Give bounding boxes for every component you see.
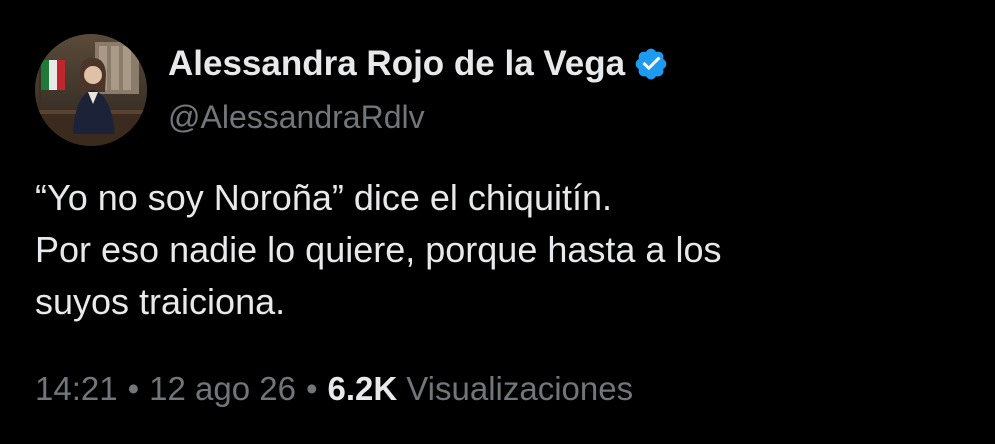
- avatar[interactable]: [35, 34, 147, 146]
- tweet-text-line: Por eso nadie lo quiere, porque hasta a …: [35, 229, 722, 270]
- views-count[interactable]: 6.2K: [328, 370, 398, 408]
- meta-separator: •: [127, 370, 140, 407]
- tweet-text-line: suyos traiciona.: [35, 281, 286, 322]
- tweet-card: Alessandra Rojo de la Vega @AlessandraRd…: [0, 0, 995, 444]
- author-handle[interactable]: @AlessandraRdlv: [168, 99, 425, 136]
- tweet-text-line: “Yo no soy Noroña” dice el chiquitín.: [35, 177, 613, 218]
- tweet-text: “Yo no soy Noroña” dice el chiquitín. Po…: [35, 172, 965, 328]
- verified-badge-icon[interactable]: [633, 46, 669, 82]
- tweet-time[interactable]: 14:21: [35, 370, 118, 408]
- display-name[interactable]: Alessandra Rojo de la Vega: [168, 44, 625, 84]
- views-label: Visualizaciones: [406, 370, 634, 407]
- author-name-row: Alessandra Rojo de la Vega: [168, 42, 669, 86]
- tweet-date[interactable]: 12 ago 26: [149, 370, 296, 408]
- meta-separator: •: [305, 370, 318, 407]
- tweet-meta: 14:21 • 12 ago 26 • 6.2K Visualizaciones: [35, 364, 633, 414]
- avatar-photo: [35, 34, 147, 146]
